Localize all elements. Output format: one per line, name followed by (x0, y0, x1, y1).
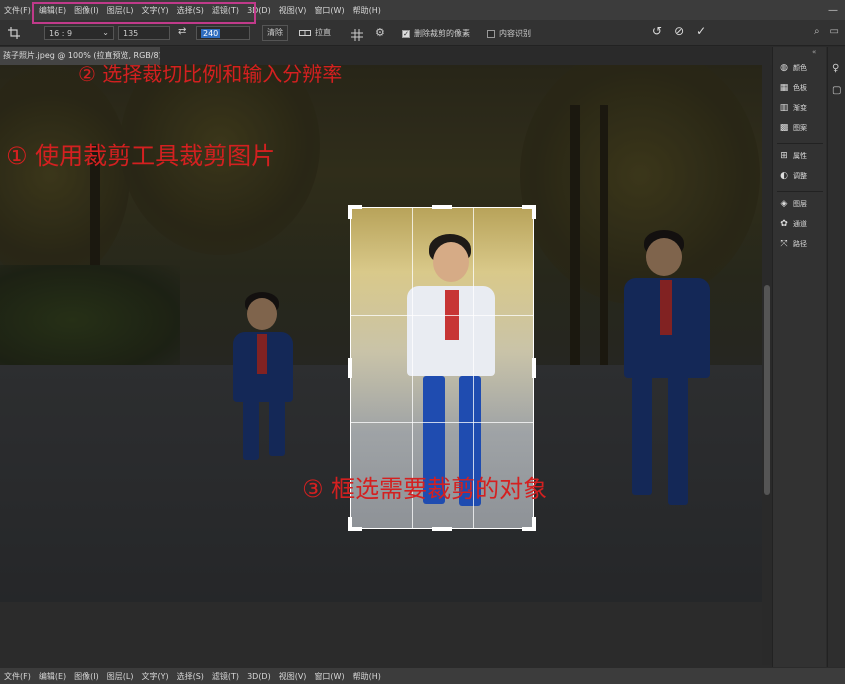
crop-height-value: 240 (201, 29, 221, 38)
panel-label: 调整 (793, 172, 807, 180)
chevron-down-icon: ⌄ (102, 28, 109, 37)
menu-image[interactable]: 图像(I) (70, 671, 103, 682)
content-aware-checkbox[interactable]: 内容识别 (487, 28, 531, 39)
panel-layers[interactable]: ◈ 图层 (779, 199, 807, 209)
menu-layer[interactable]: 图层(L) (103, 671, 138, 682)
right-icon-strip: ♀ ▢ (827, 47, 845, 667)
menu-window[interactable]: 窗口(W) (310, 5, 348, 16)
menu-3d[interactable]: 3D(D) (243, 672, 275, 681)
ratio-select[interactable]: 16 : 9 ⌄ (44, 26, 114, 40)
swatches-icon: ▦ (779, 83, 789, 93)
straighten-button[interactable]: 拉直 (299, 27, 331, 38)
workspace-icon[interactable]: ▭ (830, 26, 839, 37)
panel-label: 路径 (793, 240, 807, 248)
menu-view[interactable]: 视图(V) (275, 5, 311, 16)
ratio-value: 16 : 9 (49, 29, 73, 38)
menu-edit[interactable]: 编辑(E) (35, 671, 70, 682)
annotation-step3: ③ 框选需要裁剪的对象 (302, 475, 548, 503)
menu-help[interactable]: 帮助(H) (349, 5, 385, 16)
crop-handle-bottom[interactable] (432, 527, 452, 531)
crop-height-field[interactable]: 240 (196, 26, 250, 40)
menu-help[interactable]: 帮助(H) (349, 671, 385, 682)
collapse-panels-icon[interactable]: « (812, 48, 816, 56)
clear-button[interactable]: 清除 (262, 25, 288, 41)
commit-controls: ↺ ⊘ ✓ (652, 24, 706, 38)
crop-handle-bottom-left[interactable] (348, 517, 352, 531)
adjustments-icon: ◐ (780, 171, 788, 181)
overlay-grid-icon[interactable] (351, 26, 363, 45)
divider (777, 191, 823, 192)
panel-label: 渐变 (793, 104, 807, 112)
checkbox-empty-icon (487, 29, 495, 38)
divider (777, 143, 823, 144)
scrollbar-thumb[interactable] (764, 285, 770, 495)
panel-label: 色板 (793, 84, 807, 92)
menu-file[interactable]: 文件(F) (0, 5, 35, 16)
level-icon (299, 29, 311, 36)
ratio-highlight-box (32, 2, 256, 24)
grid-line (351, 422, 533, 423)
panel-label: 颜色 (793, 64, 807, 72)
menu-window[interactable]: 窗口(W) (310, 671, 348, 682)
panel-pattern[interactable]: ▩ 图案 (779, 123, 807, 133)
delete-cropped-checkbox[interactable]: ✓ 删除裁剪的像素 (402, 28, 470, 39)
annotation-step2: ② 选择裁切比例和输入分辨率 (78, 62, 343, 86)
vertical-scrollbar[interactable] (762, 65, 772, 665)
gear-icon[interactable]: ⚙ (375, 26, 385, 39)
menu-file[interactable]: 文件(F) (0, 671, 35, 682)
window-controls: — (821, 0, 845, 20)
reset-icon[interactable]: ↺ (652, 24, 662, 38)
options-right-icons: ⌕ ▭ (814, 26, 839, 37)
panel-label: 图案 (793, 124, 807, 132)
panel-label: 通道 (793, 220, 807, 228)
panel-swatches[interactable]: ▦ 色板 (779, 83, 807, 93)
delete-cropped-label: 删除裁剪的像素 (414, 29, 470, 38)
crop-tool-icon[interactable] (0, 20, 28, 46)
layers-icon: ◈ (780, 199, 788, 209)
panel-color[interactable]: ◍ 颜色 (779, 63, 807, 73)
menu-view[interactable]: 视图(V) (275, 671, 311, 682)
checkbox-checked-icon: ✓ (402, 29, 410, 38)
menu-type[interactable]: 文字(Y) (137, 671, 172, 682)
palette-icon: ◍ (780, 63, 788, 73)
bottom-menu-bar: 文件(F) 编辑(E) 图像(I) 图层(L) 文字(Y) 选择(S) 滤镜(T… (0, 668, 845, 684)
crop-handle-bottom-right[interactable] (532, 517, 536, 531)
menu-select[interactable]: 选择(S) (173, 671, 208, 682)
channels-icon: ✿ (780, 219, 788, 229)
photoshop-window: 文件(F) 编辑(E) 图像(I) 图层(L) 文字(Y) 选择(S) 滤镜(T… (0, 0, 845, 684)
panel-dock: ◍ 颜色 ▦ 色板 ▥ 渐变 ▩ 图案 ⊞ 属性 ◐ 调整 ◈ 图层 ✿ 通道 ⤧ 路径 (772, 47, 826, 667)
crop-handle-top-left[interactable] (348, 205, 352, 219)
panel-label: 属性 (793, 152, 807, 160)
properties-icon: ⊞ (780, 151, 788, 161)
panel-toggle-icon[interactable]: ▢ (832, 85, 841, 96)
commit-check-icon[interactable]: ✓ (696, 24, 706, 38)
cancel-icon[interactable]: ⊘ (674, 24, 684, 38)
panel-gradient[interactable]: ▥ 渐变 (779, 103, 807, 113)
grid-line (351, 315, 533, 316)
paths-icon: ⤧ (780, 239, 788, 249)
swap-icon[interactable]: ⇄ (178, 26, 186, 37)
panel-paths[interactable]: ⤧ 路径 (779, 239, 807, 249)
pasteboard (0, 602, 762, 665)
crop-handle-left[interactable] (348, 358, 352, 378)
panel-adjustments[interactable]: ◐ 调整 (779, 171, 807, 181)
crop-handle-right[interactable] (532, 358, 536, 378)
crop-handle-top-right[interactable] (532, 205, 536, 219)
panel-properties[interactable]: ⊞ 属性 (779, 151, 807, 161)
gradient-icon: ▥ (779, 103, 789, 113)
content-aware-label: 内容识别 (499, 29, 531, 38)
search-icon[interactable]: ⌕ (814, 26, 820, 37)
menu-filter[interactable]: 滤镜(T) (208, 671, 243, 682)
crop-width-field[interactable]: 135 (118, 26, 170, 40)
straighten-label: 拉直 (315, 28, 331, 37)
annotation-step1: ① 使用裁剪工具裁剪图片 (6, 142, 276, 170)
panel-channels[interactable]: ✿ 通道 (779, 219, 807, 229)
lightbulb-icon[interactable]: ♀ (832, 63, 839, 74)
pattern-icon: ▩ (779, 123, 789, 133)
minimize-button[interactable]: — (821, 0, 845, 20)
crop-handle-top[interactable] (432, 205, 452, 209)
panel-label: 图层 (793, 200, 807, 208)
